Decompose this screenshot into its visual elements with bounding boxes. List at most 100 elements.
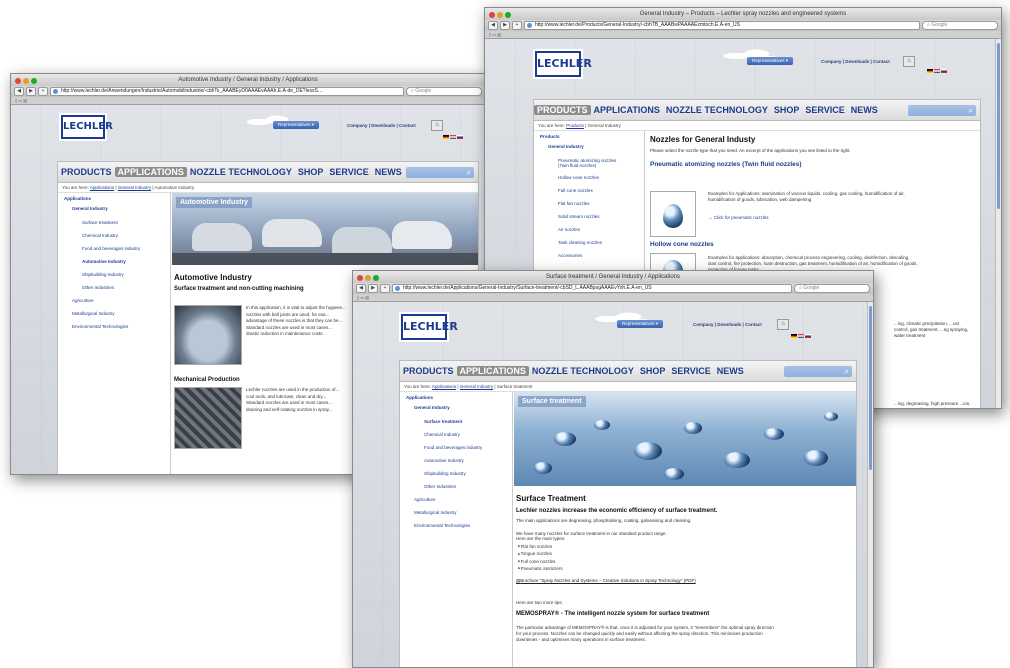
- sidebar-item-applications[interactable]: Applications: [400, 392, 512, 405]
- forward-arrow-icon[interactable]: ▶: [368, 284, 378, 293]
- breadcrumb-general-industry[interactable]: General Industry: [460, 384, 493, 389]
- nav-products[interactable]: PRODUCTS: [58, 167, 115, 177]
- nav-products[interactable]: PRODUCTS: [534, 105, 591, 115]
- add-bookmark-button[interactable]: +: [512, 21, 522, 30]
- sidebar-item-agriculture[interactable]: Agriculture: [58, 298, 170, 311]
- nav-news[interactable]: NEWS: [714, 366, 747, 376]
- section-title-hollow-cone[interactable]: Hollow cone nozzles: [650, 241, 714, 248]
- nav-service[interactable]: SERVICE: [802, 105, 847, 115]
- language-flags[interactable]: [927, 69, 947, 73]
- window-controls[interactable]: [489, 11, 513, 20]
- nav-nozzle-technology[interactable]: NOZZLE TECHNOLOGY: [663, 105, 771, 115]
- sidebar-item-applications[interactable]: Applications: [58, 193, 170, 206]
- sidebar-item-environmental-technologies[interactable]: Environmental Technologies: [400, 523, 512, 536]
- sidebar-item-food-and-beverages[interactable]: Food and beverages industry: [400, 445, 512, 458]
- language-flags[interactable]: [443, 135, 463, 139]
- home-icon[interactable]: ⌂: [777, 319, 789, 330]
- nav-applications[interactable]: APPLICATIONS: [591, 105, 663, 115]
- nav-nozzle-technology[interactable]: NOZZLE TECHNOLOGY: [529, 366, 637, 376]
- nav-applications[interactable]: APPLICATIONS: [114, 167, 187, 177]
- nav-news[interactable]: NEWS: [848, 105, 881, 115]
- nav-service[interactable]: SERVICE: [326, 167, 371, 177]
- sidebar-item-automotive-industry[interactable]: Automotive Industry: [58, 259, 170, 272]
- nav-nozzle-technology[interactable]: NOZZLE TECHNOLOGY: [187, 167, 295, 177]
- sidebar-item-pneumatic-atomizing[interactable]: Pneumatic atomizing nozzles (Twin fluid …: [534, 158, 618, 175]
- section-title-pneumatic[interactable]: Pneumatic atomizing nozzles (Twin fluid …: [648, 155, 980, 172]
- back-arrow-icon[interactable]: ◀: [488, 21, 498, 30]
- breadcrumb-products[interactable]: Products: [566, 123, 584, 128]
- representatives-button[interactable]: Representatives ▾: [617, 320, 664, 328]
- sidebar-item-shipbuilding-industry[interactable]: Shipbuilding Industry: [58, 272, 170, 285]
- sidebar: Applications General Industry Surface tr…: [400, 392, 513, 667]
- sidebar-item-tank-cleaning[interactable]: Tank cleaning nozzles: [534, 240, 644, 253]
- top-links[interactable]: Company | Downloads | Contact: [821, 59, 890, 64]
- back-arrow-icon[interactable]: ◀: [14, 87, 24, 96]
- sidebar-item-general-industry[interactable]: General Industry: [58, 206, 170, 220]
- pneumatic-link[interactable]: → Click for pneumatic nozzles: [708, 215, 769, 220]
- scrollbar[interactable]: [867, 302, 873, 667]
- nav-news[interactable]: NEWS: [372, 167, 405, 177]
- site-search-input[interactable]: ⌕: [784, 365, 852, 377]
- url-bar[interactable]: http://www.lechler.de/Applications/Gener…: [392, 284, 792, 293]
- forward-arrow-icon[interactable]: ▶: [500, 21, 510, 30]
- sidebar-item-other-industries[interactable]: Other Industries: [58, 285, 170, 298]
- sidebar-item-solid-stream[interactable]: Solid stream nozzles: [534, 214, 644, 227]
- sidebar-item-general-industry[interactable]: General Industry: [534, 144, 644, 158]
- site-search-input[interactable]: ⌕: [406, 166, 474, 178]
- window-controls[interactable]: [15, 77, 39, 86]
- nav-shop[interactable]: SHOP: [637, 366, 669, 376]
- sidebar-item-full-cone[interactable]: Full cone nozzles: [534, 188, 644, 201]
- sidebar-item-flat-fan[interactable]: Flat fan nozzles: [534, 201, 644, 214]
- nav-shop[interactable]: SHOP: [295, 167, 327, 177]
- google-search-input[interactable]: ⌕ Google: [406, 87, 482, 96]
- breadcrumb-applications[interactable]: Applications: [90, 185, 114, 190]
- nav-shop[interactable]: SHOP: [771, 105, 803, 115]
- top-links[interactable]: Company | Downloads | Contact: [693, 322, 762, 327]
- representatives-button[interactable]: Representatives ▾: [273, 121, 320, 129]
- sidebar-item-surface-treatment[interactable]: Surface treatment: [58, 220, 170, 233]
- sidebar-item-surface-treatment[interactable]: Surface treatment: [400, 419, 512, 432]
- top-links[interactable]: Company | Downloads | Contact: [347, 123, 416, 128]
- surface-description: In this application, it is vital to adju…: [246, 305, 346, 336]
- home-icon[interactable]: ⌂: [903, 56, 915, 67]
- sidebar-item-metallurgical-industry[interactable]: Metallurgical Industry: [400, 510, 512, 523]
- sidebar-item-agriculture[interactable]: Agriculture: [400, 497, 512, 510]
- lechler-logo[interactable]: LECHLER: [535, 51, 592, 77]
- sidebar-item-products[interactable]: Products: [534, 131, 644, 144]
- forward-arrow-icon[interactable]: ▶: [26, 87, 36, 96]
- sidebar-item-general-industry[interactable]: General Industry: [400, 405, 512, 419]
- url-bar[interactable]: http://www.lechler.de/Anwendungen/Indust…: [50, 87, 404, 96]
- sidebar-item-chemical-industry[interactable]: Chemical Industry: [400, 432, 512, 445]
- back-arrow-icon[interactable]: ◀: [356, 284, 366, 293]
- breadcrumb-general-industry[interactable]: General Industry: [118, 185, 151, 190]
- google-search-input[interactable]: ⌕ Google: [794, 284, 870, 293]
- brochure-link[interactable]: ▤Brochure "Spray Nozzles and Systems – C…: [514, 572, 856, 590]
- sidebar-item-metallurgical-industry[interactable]: Metallurgical Industry: [58, 311, 170, 324]
- representatives-button[interactable]: Representatives ▾: [747, 57, 794, 65]
- sidebar-item-other-industries[interactable]: Other Industries: [400, 484, 512, 497]
- nav-applications[interactable]: APPLICATIONS: [456, 366, 529, 376]
- scrollbar[interactable]: [995, 39, 1001, 408]
- sidebar-item-air-nozzles[interactable]: Air nozzles: [534, 227, 644, 240]
- sidebar-item-food-and-beverages[interactable]: Food and beverages industry: [58, 246, 170, 259]
- breadcrumb-applications[interactable]: Applications: [432, 384, 456, 389]
- site-search-input[interactable]: ⌕: [908, 104, 976, 116]
- home-icon[interactable]: ⌂: [431, 120, 443, 131]
- lechler-logo[interactable]: LECHLER: [61, 115, 113, 139]
- sidebar-item-accessories[interactable]: Accessories: [534, 253, 644, 266]
- url-bar[interactable]: http://www.lechler.de/Products/General-I…: [524, 21, 920, 30]
- memospray-title: MEMOSPRAY® - The intelligent nozzle syst…: [516, 611, 710, 618]
- nav-products[interactable]: PRODUCTS: [400, 366, 457, 376]
- sidebar-item-environmental-technologies[interactable]: Environmental Technologies: [58, 324, 170, 337]
- sidebar-item-chemical-industry[interactable]: Chemical Industry: [58, 233, 170, 246]
- google-search-input[interactable]: ⌕ Google: [922, 21, 998, 30]
- language-flags[interactable]: [791, 334, 811, 338]
- sidebar-item-automotive-industry[interactable]: Automotive Industry: [400, 458, 512, 471]
- sidebar-item-hollow-cone[interactable]: Hollow cone nozzles: [534, 175, 644, 188]
- add-bookmark-button[interactable]: +: [38, 87, 48, 96]
- window-controls[interactable]: [357, 274, 381, 283]
- nav-service[interactable]: SERVICE: [668, 366, 713, 376]
- add-bookmark-button[interactable]: +: [380, 284, 390, 293]
- sidebar-item-shipbuilding-industry[interactable]: Shipbuilding Industry: [400, 471, 512, 484]
- lechler-logo[interactable]: LECHLER: [401, 314, 458, 340]
